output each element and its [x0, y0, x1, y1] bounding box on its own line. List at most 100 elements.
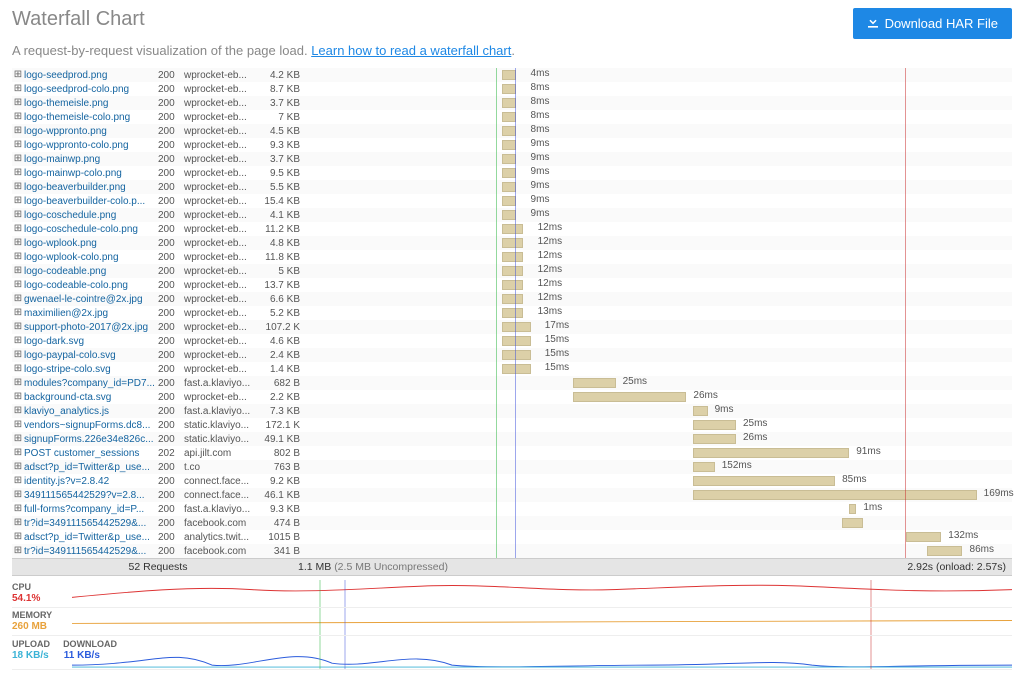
expand-icon[interactable]: ⊞: [12, 111, 24, 123]
timing-label: 13ms: [538, 306, 562, 317]
request-size: 46.1 KB: [258, 490, 304, 501]
request-row[interactable]: ⊞adsct?p_id=Twitter&p_use...200analytics…: [12, 530, 1012, 544]
expand-icon[interactable]: ⊞: [12, 447, 24, 459]
expand-icon[interactable]: ⊞: [12, 251, 24, 263]
request-row[interactable]: ⊞background-cta.svg200wprocket-eb...2.2 …: [12, 390, 1012, 404]
request-row[interactable]: ⊞logo-codeable-colo.png200wprocket-eb...…: [12, 278, 1012, 292]
request-row[interactable]: ⊞tr?id=349111565442529&...200facebook.co…: [12, 516, 1012, 530]
request-row[interactable]: ⊞logo-dark.svg200wprocket-eb...4.6 KB15m…: [12, 334, 1012, 348]
expand-icon[interactable]: ⊞: [12, 377, 24, 389]
download-har-button[interactable]: Download HAR File: [853, 8, 1012, 39]
expand-icon[interactable]: ⊞: [12, 475, 24, 487]
request-row[interactable]: ⊞logo-coschedule.png200wprocket-eb...4.1…: [12, 208, 1012, 222]
expand-icon[interactable]: ⊞: [12, 139, 24, 151]
request-row[interactable]: ⊞logo-paypal-colo.svg200wprocket-eb...2.…: [12, 348, 1012, 362]
expand-icon[interactable]: ⊞: [12, 433, 24, 445]
request-name: logo-wppronto-colo.png: [24, 140, 158, 151]
request-row[interactable]: ⊞identity.js?v=2.8.42200connect.face...9…: [12, 474, 1012, 488]
request-host: wprocket-eb...: [184, 210, 258, 221]
request-timeline: 25ms: [304, 376, 1012, 390]
request-size: 3.7 KB: [258, 98, 304, 109]
expand-icon[interactable]: ⊞: [12, 181, 24, 193]
request-row[interactable]: ⊞logo-wplook.png200wprocket-eb...4.8 KB1…: [12, 236, 1012, 250]
request-row[interactable]: ⊞maximilien@2x.jpg200wprocket-eb...5.2 K…: [12, 306, 1012, 320]
request-row[interactable]: ⊞logo-beaverbuilder-colo.p...200wprocket…: [12, 194, 1012, 208]
expand-icon[interactable]: ⊞: [12, 391, 24, 403]
request-row[interactable]: ⊞logo-stripe-colo.svg200wprocket-eb...1.…: [12, 362, 1012, 376]
request-size: 802 B: [258, 448, 304, 459]
request-timeline: 4ms: [304, 68, 1012, 82]
request-row[interactable]: ⊞POST customer_sessions202api.jilt.com80…: [12, 446, 1012, 460]
expand-icon[interactable]: ⊞: [12, 223, 24, 235]
request-row[interactable]: ⊞tr?id=349111565442529&...200facebook.co…: [12, 544, 1012, 558]
request-row[interactable]: ⊞logo-seedprod.png200wprocket-eb...4.2 K…: [12, 68, 1012, 82]
request-row[interactable]: ⊞logo-mainwp-colo.png200wprocket-eb...9.…: [12, 166, 1012, 180]
expand-icon[interactable]: ⊞: [12, 335, 24, 347]
expand-icon[interactable]: ⊞: [12, 419, 24, 431]
request-timeline: 85ms: [304, 474, 1012, 488]
request-size: 4.6 KB: [258, 336, 304, 347]
expand-icon[interactable]: ⊞: [12, 405, 24, 417]
expand-icon[interactable]: ⊞: [12, 279, 24, 291]
expand-icon[interactable]: ⊞: [12, 97, 24, 109]
request-timeline: 26ms: [304, 432, 1012, 446]
request-host: wprocket-eb...: [184, 168, 258, 179]
request-row[interactable]: ⊞vendors~signupForms.dc8...200static.kla…: [12, 418, 1012, 432]
timing-bar: [502, 224, 523, 234]
request-row[interactable]: ⊞logo-mainwp.png200wprocket-eb...3.7 KB9…: [12, 152, 1012, 166]
expand-icon[interactable]: ⊞: [12, 125, 24, 137]
request-row[interactable]: ⊞logo-themeisle-colo.png200wprocket-eb..…: [12, 110, 1012, 124]
request-row[interactable]: ⊞support-photo-2017@2x.jpg200wprocket-eb…: [12, 320, 1012, 334]
request-row[interactable]: ⊞logo-wplook-colo.png200wprocket-eb...11…: [12, 250, 1012, 264]
request-size: 172.1 K: [258, 420, 304, 431]
request-row[interactable]: ⊞adsct?p_id=Twitter&p_use...200t.co763 B…: [12, 460, 1012, 474]
request-status: 200: [158, 238, 184, 249]
timing-label: 4ms: [531, 68, 550, 79]
request-row[interactable]: ⊞gwenael-le-cointre@2x.jpg200wprocket-eb…: [12, 292, 1012, 306]
request-row[interactable]: ⊞logo-wppronto.png200wprocket-eb...4.5 K…: [12, 124, 1012, 138]
timing-bar: [573, 378, 615, 388]
expand-icon[interactable]: ⊞: [12, 209, 24, 221]
expand-icon[interactable]: ⊞: [12, 153, 24, 165]
expand-icon[interactable]: ⊞: [12, 349, 24, 361]
request-row[interactable]: ⊞349111565442529?v=2.8...200connect.face…: [12, 488, 1012, 502]
expand-icon[interactable]: ⊞: [12, 167, 24, 179]
request-row[interactable]: ⊞klaviyo_analytics.js200fast.a.klaviyo..…: [12, 404, 1012, 418]
expand-icon[interactable]: ⊞: [12, 265, 24, 277]
expand-icon[interactable]: ⊞: [12, 69, 24, 81]
request-row[interactable]: ⊞signupForms.226e34e826c...200static.kla…: [12, 432, 1012, 446]
request-name: logo-dark.svg: [24, 336, 158, 347]
expand-icon[interactable]: ⊞: [12, 293, 24, 305]
request-row[interactable]: ⊞logo-codeable.png200wprocket-eb...5 KB1…: [12, 264, 1012, 278]
expand-icon[interactable]: ⊞: [12, 83, 24, 95]
expand-icon[interactable]: ⊞: [12, 531, 24, 543]
summary-uncompressed: (2.5 MB Uncompressed): [334, 561, 448, 573]
timing-label: 12ms: [538, 292, 562, 303]
expand-icon[interactable]: ⊞: [12, 517, 24, 529]
expand-icon[interactable]: ⊞: [12, 363, 24, 375]
expand-icon[interactable]: ⊞: [12, 195, 24, 207]
request-row[interactable]: ⊞modules?company_id=PD7...200fast.a.klav…: [12, 376, 1012, 390]
expand-icon[interactable]: ⊞: [12, 307, 24, 319]
timing-label: 9ms: [715, 404, 734, 415]
request-name: adsct?p_id=Twitter&p_use...: [24, 532, 158, 543]
request-timeline: 9ms: [304, 194, 1012, 208]
request-host: connect.face...: [184, 476, 258, 487]
request-row[interactable]: ⊞logo-wppronto-colo.png200wprocket-eb...…: [12, 138, 1012, 152]
expand-icon[interactable]: ⊞: [12, 503, 24, 515]
expand-icon[interactable]: ⊞: [12, 545, 24, 557]
request-row[interactable]: ⊞logo-themeisle.png200wprocket-eb...3.7 …: [12, 96, 1012, 110]
expand-icon[interactable]: ⊞: [12, 237, 24, 249]
request-size: 4.2 KB: [258, 70, 304, 81]
request-row[interactable]: ⊞logo-coschedule-colo.png200wprocket-eb.…: [12, 222, 1012, 236]
learn-waterfall-link[interactable]: Learn how to read a waterfall chart: [311, 43, 511, 58]
expand-icon[interactable]: ⊞: [12, 461, 24, 473]
request-row[interactable]: ⊞full-forms?company_id=P...200fast.a.kla…: [12, 502, 1012, 516]
request-row[interactable]: ⊞logo-beaverbuilder.png200wprocket-eb...…: [12, 180, 1012, 194]
request-size: 9.3 KB: [258, 504, 304, 515]
request-timeline: 8ms: [304, 110, 1012, 124]
request-row[interactable]: ⊞logo-seedprod-colo.png200wprocket-eb...…: [12, 82, 1012, 96]
expand-icon[interactable]: ⊞: [12, 489, 24, 501]
expand-icon[interactable]: ⊞: [12, 321, 24, 333]
request-size: 6.6 KB: [258, 294, 304, 305]
